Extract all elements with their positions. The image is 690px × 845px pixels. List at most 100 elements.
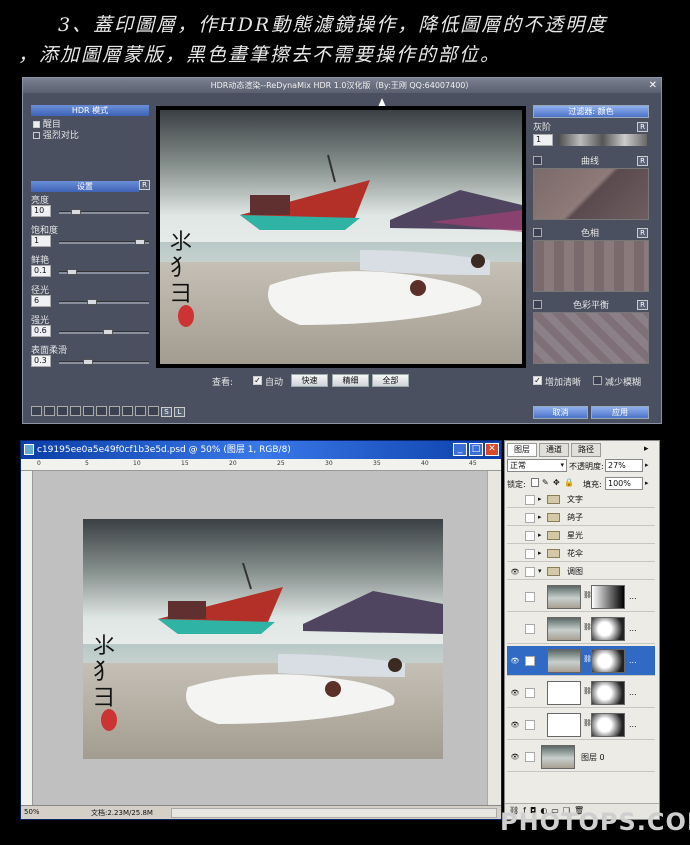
visibility-eye-icon[interactable]: 👁: [510, 567, 520, 577]
apply-button[interactable]: 应用: [591, 406, 649, 419]
preset-slot[interactable]: [83, 406, 94, 416]
panel-menu-icon[interactable]: ▸: [644, 444, 649, 454]
param-input[interactable]: 1: [31, 235, 51, 247]
visibility-eye-icon[interactable]: [510, 495, 520, 505]
preset-slot[interactable]: [135, 406, 146, 416]
mask-thumbnail[interactable]: [591, 649, 625, 673]
param-slider[interactable]: [59, 269, 149, 275]
opacity-input[interactable]: 27%: [605, 459, 643, 472]
param-slider[interactable]: [59, 359, 149, 365]
param-slider[interactable]: [59, 299, 149, 305]
preset-slot[interactable]: [31, 406, 42, 416]
layer-link-box[interactable]: [525, 513, 535, 523]
param-input[interactable]: 6: [31, 295, 51, 307]
close-icon[interactable]: ✕: [649, 79, 657, 92]
layer-link-box[interactable]: [525, 688, 535, 698]
preview-fine-button[interactable]: 精细: [332, 374, 369, 387]
param-input[interactable]: 0.3: [31, 355, 51, 367]
expand-arrow-icon[interactable]: ▸: [538, 549, 542, 557]
slider-thumb[interactable]: [135, 239, 145, 245]
save-preset-button[interactable]: S: [161, 407, 172, 417]
param-input[interactable]: 0.1: [31, 265, 51, 277]
slider-thumb[interactable]: [71, 209, 81, 215]
layer-row[interactable]: ⛓...: [507, 614, 655, 644]
maximize-button[interactable]: □: [469, 443, 483, 456]
slider-thumb[interactable]: [83, 359, 93, 365]
slider-thumb[interactable]: [103, 329, 113, 335]
close-window-button[interactable]: ✕: [485, 443, 499, 456]
layer-row[interactable]: 👁 ⛓...: [507, 710, 655, 740]
param-input[interactable]: 0.6: [31, 325, 51, 337]
slider-thumb[interactable]: [67, 269, 77, 275]
reduce-blur-checkbox[interactable]: [593, 376, 602, 385]
preview-all-button[interactable]: 全部: [372, 374, 409, 387]
fill-input[interactable]: 100%: [605, 477, 643, 490]
hue-checkbox[interactable]: [533, 228, 542, 237]
opacity-arrow-icon[interactable]: ▸: [645, 461, 649, 469]
lock-transparency-icon[interactable]: [531, 478, 539, 487]
filter-color-button[interactable]: 过滤器: 颜色: [533, 105, 649, 118]
expand-arrow-icon[interactable]: ▸: [538, 531, 542, 539]
tab-paths[interactable]: 路径: [571, 443, 601, 457]
visibility-eye-icon[interactable]: [510, 531, 520, 541]
layer-link-box[interactable]: [525, 624, 535, 634]
layer-row[interactable]: 👁 ⛓...: [507, 646, 655, 676]
curve-checkbox[interactable]: [533, 156, 542, 165]
layer-link-box[interactable]: [525, 531, 535, 541]
param-slider[interactable]: [59, 209, 149, 215]
mask-thumbnail[interactable]: [591, 681, 625, 705]
layer-link-box[interactable]: [525, 656, 535, 666]
visibility-eye-icon[interactable]: 👁: [510, 720, 520, 730]
lock-move-icon[interactable]: ✥: [553, 478, 561, 487]
visibility-eye-icon[interactable]: 👁: [510, 688, 520, 698]
settings-reset-button[interactable]: R: [139, 180, 150, 190]
vertical-scrollbar[interactable]: [487, 471, 501, 805]
zoom-level[interactable]: 50%: [24, 808, 40, 816]
layer-row[interactable]: 👁 ⛓...: [507, 678, 655, 708]
layer-link-box[interactable]: [525, 567, 535, 577]
mask-thumbnail[interactable]: [591, 713, 625, 737]
layer-link-box[interactable]: [525, 495, 535, 505]
layer-link-box[interactable]: [525, 592, 535, 602]
preset-slot[interactable]: [148, 406, 159, 416]
mask-thumbnail[interactable]: [591, 617, 625, 641]
preview-fast-button[interactable]: 快速: [291, 374, 328, 387]
mask-thumbnail[interactable]: [591, 585, 625, 609]
color-balance-checkbox[interactable]: [533, 300, 542, 309]
auto-checkbox[interactable]: ✓: [253, 376, 262, 385]
param-slider[interactable]: [59, 239, 149, 245]
curve-reset-button[interactable]: R: [637, 156, 648, 166]
preset-slot[interactable]: [57, 406, 68, 416]
minimize-button[interactable]: _: [453, 443, 467, 456]
layer-group-row[interactable]: 👁 ▾ 调图: [507, 564, 655, 580]
expand-arrow-icon[interactable]: ▸: [538, 513, 542, 521]
preset-slot[interactable]: [96, 406, 107, 416]
param-input[interactable]: 10: [31, 205, 51, 217]
visibility-eye-icon[interactable]: [510, 592, 520, 602]
steps-input[interactable]: 1: [533, 134, 553, 146]
lock-all-icon[interactable]: 🔒: [564, 478, 574, 487]
blend-mode-select[interactable]: 正常 ▾: [507, 459, 567, 472]
layer-row[interactable]: 👁 图层 0: [507, 742, 655, 772]
visibility-eye-icon[interactable]: 👁: [510, 656, 520, 666]
color-balance-reset-button[interactable]: R: [637, 300, 648, 310]
horizontal-scrollbar[interactable]: [171, 808, 497, 818]
expand-arrow-icon[interactable]: ▸: [538, 495, 542, 503]
expand-arrow-icon[interactable]: ▾: [538, 567, 542, 575]
preset-slot[interactable]: [122, 406, 133, 416]
visibility-eye-icon[interactable]: [510, 624, 520, 634]
visibility-eye-icon[interactable]: [510, 513, 520, 523]
preset-slot[interactable]: [109, 406, 120, 416]
visibility-eye-icon[interactable]: 👁: [510, 752, 520, 762]
preset-slot[interactable]: [44, 406, 55, 416]
cancel-button[interactable]: 取消: [533, 406, 588, 419]
layer-group-row[interactable]: ▸ 花伞: [507, 546, 655, 562]
layer-group-row[interactable]: ▸ 文字: [507, 492, 655, 508]
mode-option-contrast[interactable]: 强烈对比: [33, 128, 79, 141]
layer-group-row[interactable]: ▸ 星光: [507, 528, 655, 544]
slider-thumb[interactable]: [87, 299, 97, 305]
hue-reset-button[interactable]: R: [637, 228, 648, 238]
layer-link-box[interactable]: [525, 720, 535, 730]
fill-arrow-icon[interactable]: ▸: [645, 479, 649, 487]
visibility-eye-icon[interactable]: [510, 549, 520, 559]
